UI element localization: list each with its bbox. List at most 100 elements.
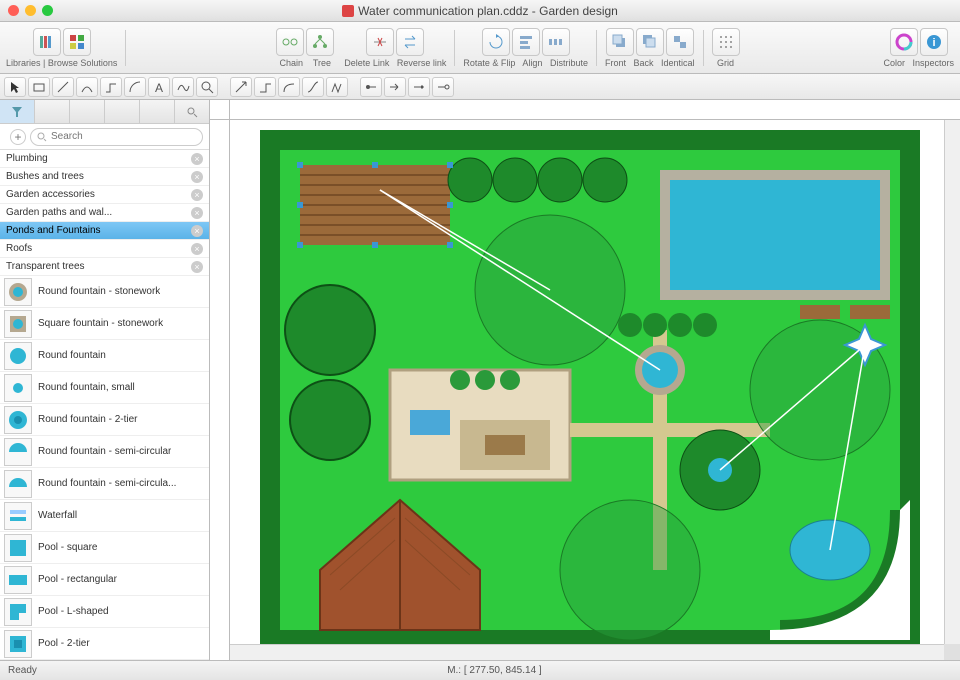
round-2tier-icon xyxy=(7,409,29,431)
sidebar-category[interactable]: Transparent trees× xyxy=(0,258,209,276)
align-button[interactable] xyxy=(512,28,540,56)
pointer-tool[interactable] xyxy=(4,77,26,97)
chain-icon xyxy=(281,33,299,51)
search-icon xyxy=(186,106,198,118)
sidebar-tab-4[interactable] xyxy=(105,100,140,123)
connector-tool[interactable] xyxy=(100,77,122,97)
identical-button[interactable] xyxy=(666,28,694,56)
arrow-1-tool[interactable] xyxy=(230,77,252,97)
window-title-text: Water communication plan.cddz - Garden d… xyxy=(358,4,618,18)
sidebar-category[interactable]: Ponds and Fountains× xyxy=(0,222,209,240)
sidebar-item[interactable]: Pool - L-shaped xyxy=(0,596,209,628)
arc-icon xyxy=(128,80,142,94)
text-tool[interactable]: A xyxy=(148,77,170,97)
spline-tool[interactable] xyxy=(172,77,194,97)
align-icon xyxy=(517,33,535,51)
arrow-2-tool[interactable] xyxy=(254,77,276,97)
item-thumbnail xyxy=(4,342,32,370)
arc-tool[interactable] xyxy=(124,77,146,97)
arrow-3-tool[interactable] xyxy=(278,77,300,97)
identical-icon xyxy=(671,33,689,51)
waterfall-icon xyxy=(7,505,29,527)
libraries-button[interactable] xyxy=(33,28,61,56)
endpoint-4-tool[interactable] xyxy=(432,77,454,97)
color-label: Color xyxy=(883,58,905,68)
round-icon xyxy=(7,345,29,367)
grid-button[interactable] xyxy=(712,28,740,56)
arrow-5-tool[interactable] xyxy=(326,77,348,97)
sidebar-item[interactable]: Waterfall xyxy=(0,500,209,532)
sidebar-item[interactable]: Round fountain - semi-circula... xyxy=(0,468,209,500)
close-icon[interactable]: × xyxy=(191,261,203,273)
color-button[interactable] xyxy=(890,28,918,56)
sidebar-tab-3[interactable] xyxy=(70,100,105,123)
sidebar-item[interactable]: Round fountain, small xyxy=(0,372,209,404)
item-thumbnail xyxy=(4,598,32,626)
distribute-icon xyxy=(547,33,565,51)
arrow-4-tool[interactable] xyxy=(302,77,324,97)
sidebar-tab-5[interactable] xyxy=(140,100,175,123)
sidebar-search: + xyxy=(0,124,209,150)
sidebar-category[interactable]: Roofs× xyxy=(0,240,209,258)
scrollbar-vertical[interactable] xyxy=(944,120,960,644)
distribute-button[interactable] xyxy=(542,28,570,56)
back-button[interactable] xyxy=(636,28,664,56)
add-library-button[interactable]: + xyxy=(10,129,26,145)
close-icon[interactable]: × xyxy=(191,243,203,255)
close-icon[interactable]: × xyxy=(191,225,203,237)
endpoint-1-tool[interactable] xyxy=(360,77,382,97)
zigzag-icon xyxy=(330,80,344,94)
curve-tool[interactable] xyxy=(76,77,98,97)
ruler-vertical[interactable] xyxy=(210,120,230,660)
sidebar-tab-shapes[interactable] xyxy=(0,100,35,123)
front-icon xyxy=(611,33,629,51)
chain-button[interactable] xyxy=(276,28,304,56)
sidebar-item[interactable]: Pool - 2-tier xyxy=(0,628,209,660)
round-stone-icon xyxy=(7,281,29,303)
line-tool[interactable] xyxy=(52,77,74,97)
zoom-tool[interactable] xyxy=(196,77,218,97)
tree-button[interactable] xyxy=(306,28,334,56)
close-icon[interactable]: × xyxy=(191,207,203,219)
sidebar-item[interactable]: Pool - square xyxy=(0,532,209,564)
sidebar-item[interactable]: Round fountain - stonework xyxy=(0,276,209,308)
close-icon[interactable]: × xyxy=(191,171,203,183)
scrollbar-horizontal[interactable] xyxy=(230,644,944,660)
sidebar-item[interactable]: Pool - rectangular xyxy=(0,564,209,596)
canvas[interactable] xyxy=(230,120,944,644)
sidebar-tab-2[interactable] xyxy=(35,100,70,123)
rect-tool[interactable] xyxy=(28,77,50,97)
delete-link-button[interactable] xyxy=(366,28,394,56)
rotate-button[interactable] xyxy=(482,28,510,56)
status-bar: Ready M.: [ 277.50, 845.14 ] xyxy=(0,660,960,680)
sidebar-item[interactable]: Round fountain - semi-circular xyxy=(0,436,209,468)
maximize-icon[interactable] xyxy=(42,5,53,16)
sidebar-item[interactable]: Round fountain xyxy=(0,340,209,372)
sidebar-category[interactable]: Garden paths and wal...× xyxy=(0,204,209,222)
sidebar-item[interactable]: Round fountain - 2-tier xyxy=(0,404,209,436)
grid-dots-icon xyxy=(717,33,735,51)
browse-button[interactable] xyxy=(63,28,91,56)
ruler-horizontal[interactable] xyxy=(230,100,960,120)
close-icon[interactable]: × xyxy=(191,189,203,201)
main-toolbar: Libraries | Browse Solutions Chain Tree … xyxy=(0,22,960,74)
sidebar-tab-search[interactable] xyxy=(175,100,209,123)
titlebar: Water communication plan.cddz - Garden d… xyxy=(0,0,960,22)
endpoint-3-tool[interactable] xyxy=(408,77,430,97)
item-label: Pool - 2-tier xyxy=(38,638,90,649)
endpoint-2-tool[interactable] xyxy=(384,77,406,97)
minimize-icon[interactable] xyxy=(25,5,36,16)
garden-plan[interactable] xyxy=(260,130,930,644)
sidebar-category[interactable]: Garden accessories× xyxy=(0,186,209,204)
sidebar-item[interactable]: Square fountain - stonework xyxy=(0,308,209,340)
reverse-link-button[interactable] xyxy=(396,28,424,56)
search-input[interactable] xyxy=(51,131,196,142)
tree-icon xyxy=(311,33,329,51)
close-icon[interactable] xyxy=(8,5,19,16)
close-icon[interactable]: × xyxy=(191,153,203,165)
sidebar-category[interactable]: Plumbing× xyxy=(0,150,209,168)
inspectors-button[interactable]: i xyxy=(920,28,948,56)
sidebar-category[interactable]: Bushes and trees× xyxy=(0,168,209,186)
front-button[interactable] xyxy=(606,28,634,56)
item-thumbnail xyxy=(4,630,32,658)
